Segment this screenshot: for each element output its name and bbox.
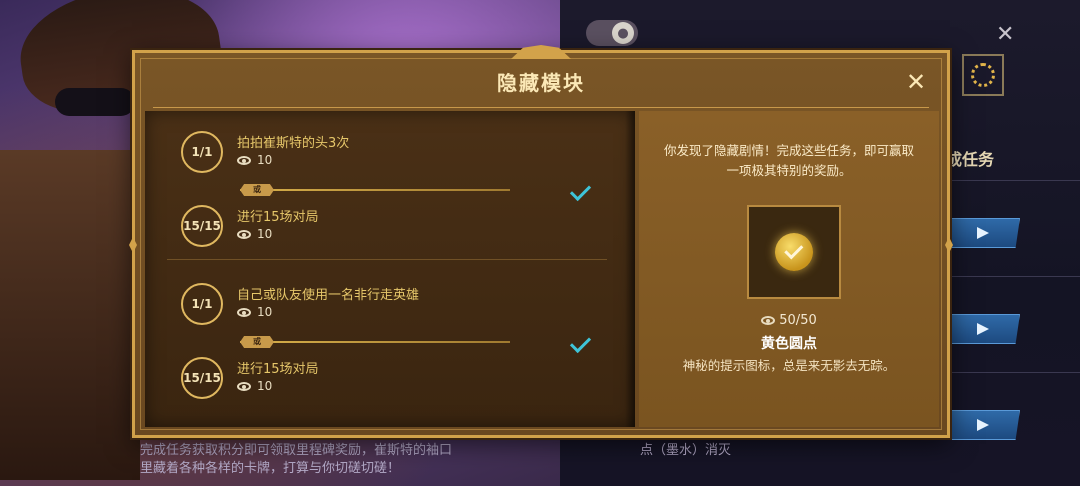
background-close-icon[interactable]: ✕ xyxy=(996,22,1014,47)
task-name: 进行15场对局 xyxy=(237,362,319,377)
yellow-dot-icon xyxy=(775,233,813,271)
eye-icon xyxy=(237,307,251,317)
task-progress: 15/15 xyxy=(181,357,223,399)
task-views-count: 10 xyxy=(257,227,273,241)
background-tab-label[interactable]: 成任务 xyxy=(946,146,994,170)
reward-description: 你发现了隐藏剧情！完成这些任务，即可赢取一项极其特别的奖励。 xyxy=(663,143,914,178)
hidden-module-dialog: 隐藏模块 ✕ 1/1 拍拍崔斯特的头3次 10 或 15/15 进行15场对局 xyxy=(129,45,953,438)
task-name: 自己或队友使用一名非行走英雄 xyxy=(237,288,420,303)
reward-name: 黄色圆点 xyxy=(761,336,817,352)
task-views-count: 10 xyxy=(257,153,273,167)
task-name: 进行15场对局 xyxy=(237,210,319,225)
task-progress: 15/15 xyxy=(181,205,223,247)
task-views-count: 10 xyxy=(257,379,273,393)
hero-gun xyxy=(55,88,135,116)
dialog-title: 隐藏模块 xyxy=(497,71,585,95)
group-divider xyxy=(167,259,607,260)
task-name: 拍拍崔斯特的头3次 xyxy=(237,136,350,151)
reward-subtitle: 神秘的提示图标，总是来无影去无踪。 xyxy=(682,358,896,373)
hero-coat xyxy=(0,150,140,480)
task-item: 1/1 自己或队友使用一名非行走英雄 10 xyxy=(181,281,601,331)
ring-icon[interactable] xyxy=(962,54,1004,96)
reward-icon-frame[interactable] xyxy=(747,205,841,299)
background-divider xyxy=(940,180,1080,181)
title-divider xyxy=(153,107,929,108)
task-progress: 1/1 xyxy=(181,283,223,325)
check-icon xyxy=(569,331,592,354)
task-views: 10 xyxy=(237,227,272,241)
task-group: 1/1 拍拍崔斯特的头3次 10 或 15/15 进行15场对局 10 xyxy=(145,111,635,261)
go-button[interactable] xyxy=(946,410,1020,440)
task-connector-line xyxy=(240,341,510,343)
task-group: 1/1 自己或队友使用一名非行走英雄 10 或 15/15 进行15场对局 10 xyxy=(145,263,635,413)
background-divider xyxy=(940,372,1080,373)
eye-icon xyxy=(237,155,251,165)
reward-count: 50/50 xyxy=(639,313,939,328)
eye-icon xyxy=(761,316,776,325)
background-note-right: 点（墨水）消灭 xyxy=(640,443,732,458)
task-views: 10 xyxy=(237,153,272,167)
task-item: 1/1 拍拍崔斯特的头3次 10 xyxy=(181,129,601,179)
close-icon[interactable]: ✕ xyxy=(901,67,931,97)
or-badge: 或 xyxy=(240,336,274,348)
task-views: 10 xyxy=(237,305,272,319)
task-progress: 1/1 xyxy=(181,131,223,173)
reward-panel: 你发现了隐藏剧情！完成这些任务，即可赢取一项极其特别的奖励。 50/50 黄色圆… xyxy=(639,111,939,427)
or-badge: 或 xyxy=(240,184,274,196)
task-connector-line xyxy=(240,189,510,191)
go-button[interactable] xyxy=(946,314,1020,344)
task-list-panel: 1/1 拍拍崔斯特的头3次 10 或 15/15 进行15场对局 10 1/1 … xyxy=(145,111,635,427)
eye-icon xyxy=(237,229,251,239)
visibility-toggle[interactable]: ● xyxy=(586,20,638,46)
task-views: 10 xyxy=(237,379,272,393)
go-button[interactable] xyxy=(946,218,1020,248)
task-item: 15/15 进行15场对局 10 xyxy=(181,203,601,253)
background-divider xyxy=(940,276,1080,277)
reward-count-value: 50/50 xyxy=(779,313,817,328)
eye-icon xyxy=(237,381,251,391)
background-note: 完成任务获取积分即可领取里程碑奖励，崔斯特的袖口里藏着各种各样的卡牌，打算与你切… xyxy=(140,443,453,476)
task-views-count: 10 xyxy=(257,305,273,319)
check-icon xyxy=(569,179,592,202)
task-item: 15/15 进行15场对局 10 xyxy=(181,355,601,405)
eye-icon: ● xyxy=(612,22,634,44)
